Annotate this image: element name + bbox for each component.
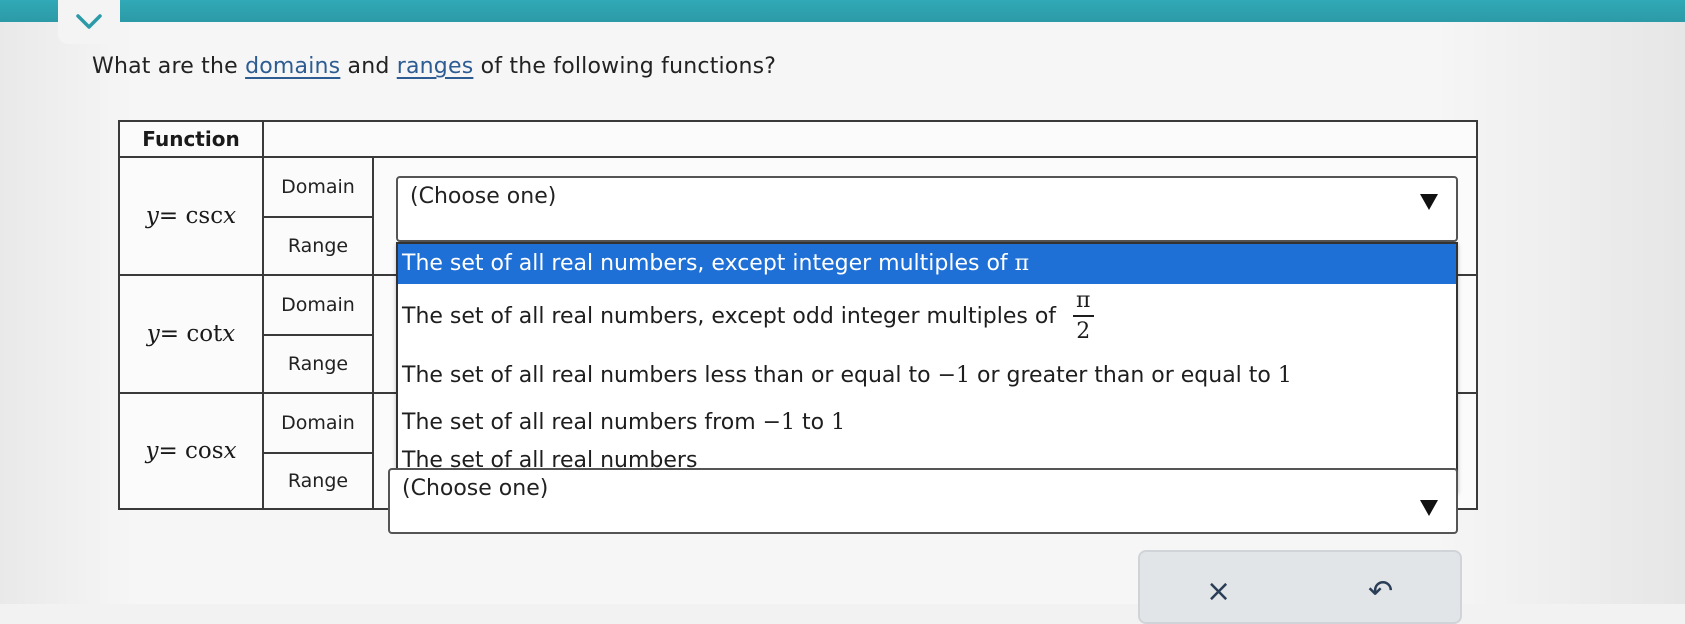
equals-sign: = [159,321,179,347]
math-value: −1 [937,363,971,388]
option-text: or greater than or equal to [970,363,1278,388]
cos-range-label: Range [262,452,374,510]
function-cot: y= cotx [118,274,264,394]
ranges-link[interactable]: ranges [397,54,474,79]
option-from-neg1-to-1[interactable]: The set of all real numbers from −1 to 1 [398,404,1456,442]
var-x: x [222,321,236,347]
function-header: Function [118,120,264,158]
question-text: What are the domains and ranges of the f… [92,54,776,79]
option-le-neg1-or-ge-1[interactable]: The set of all real numbers less than or… [398,352,1456,400]
action-panel: × ↶ [1138,550,1462,624]
var-x: x [223,203,237,229]
var-y: y [146,321,160,347]
option-except-odd-multiples-pi-over-2[interactable]: The set of all real numbers, except odd … [398,284,1456,350]
select-value: (Choose one) [410,184,557,209]
var-y: y [145,203,159,229]
csc-domain-label: Domain [262,156,374,218]
select-value: (Choose one) [402,476,549,501]
option-text: The set of all real numbers, except odd … [402,304,1064,329]
var-x: x [223,438,237,464]
fraction-denominator: 2 [1076,319,1091,344]
dropdown-arrow-icon[interactable] [1420,194,1438,210]
math-value: −1 [762,410,796,435]
collapse-button[interactable] [58,0,120,44]
top-bar [0,0,1685,22]
fn-name: csc [185,203,224,229]
var-y: y [145,438,159,464]
cot-domain-label: Domain [262,274,374,336]
csc-range-label: Range [262,216,374,276]
fn-name: cot [186,321,223,347]
question-suffix: of the following functions? [473,54,777,79]
pi-over-2-fraction: π2 [1073,287,1094,347]
cot-range-label: Range [262,334,374,394]
question-prefix: What are the [92,54,246,79]
equals-sign: = [158,203,179,229]
dropdown-arrow-icon[interactable] [1420,500,1438,516]
header-blank [262,120,1478,158]
csc-domain-select[interactable]: (Choose one) [396,176,1458,242]
function-csc: y= cscx [118,156,264,276]
question-middle: and [340,54,397,79]
chevron-down-icon [76,14,102,29]
function-cos: y= cosx [118,392,264,510]
math-value: 1 [831,410,846,435]
fraction-numerator: π [1073,287,1094,317]
dropdown-list: The set of all real numbers, except inte… [396,242,1458,492]
math-value: 1 [1277,363,1292,388]
pi-symbol: π [1014,251,1030,276]
cos-domain-label: Domain [262,392,374,454]
option-text: The set of all real numbers from [402,410,763,435]
option-text: to [795,410,832,435]
option-text: The set of all real numbers, except inte… [402,251,1015,276]
option-except-integer-multiples-pi[interactable]: The set of all real numbers, except inte… [398,244,1456,284]
fn-name: cos [185,438,224,464]
domains-link[interactable]: domains [245,54,340,79]
equals-sign: = [158,438,178,464]
cos-range-select[interactable]: (Choose one) [388,468,1458,534]
option-text: The set of all real numbers less than or… [402,363,938,388]
